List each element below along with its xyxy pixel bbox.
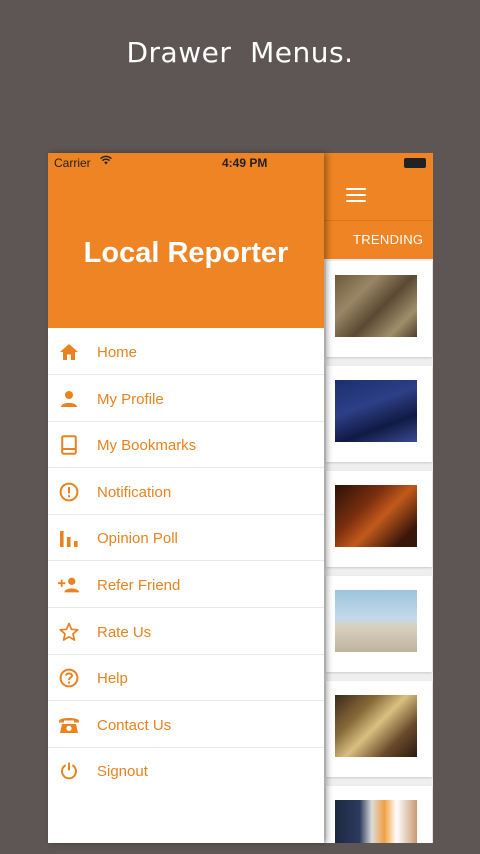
star-icon [58, 621, 80, 643]
news-thumbnail [335, 590, 417, 652]
bar-chart-icon [58, 527, 80, 549]
menu-item-label: My Bookmarks [97, 437, 197, 455]
menu-item-refer-friend[interactable]: Refer Friend [48, 562, 324, 608]
menu-item-help[interactable]: Help [48, 655, 324, 702]
power-icon [58, 760, 80, 782]
menu-item-home[interactable]: Home [48, 329, 324, 375]
news-thumbnail [335, 485, 417, 547]
menu-item-label: Signout [97, 763, 148, 781]
carrier-label: Carrier [54, 156, 91, 170]
news-card[interactable] [326, 471, 432, 567]
person-icon [58, 388, 80, 410]
menu-item-label: Home [97, 344, 138, 361]
battery-icon [404, 158, 426, 168]
menu-item-rate-us[interactable]: Rate Us [48, 609, 324, 655]
news-thumbnail [335, 275, 417, 337]
menu-item-my-profile[interactable]: My Profile [48, 376, 324, 422]
home-icon [58, 341, 80, 363]
drawer-header: Carrier 4:49 PM Local Reporter [48, 153, 324, 328]
menu-item-opinion-poll[interactable]: Opinion Poll [48, 515, 324, 562]
menu-item-label: Notification [97, 483, 172, 501]
menu-item-label: Contact Us [97, 716, 172, 734]
app-title: Local Reporter [83, 237, 289, 269]
menu-item-label: Refer Friend [97, 577, 181, 594]
news-card[interactable] [326, 786, 432, 843]
news-card[interactable] [326, 366, 432, 462]
help-circle-icon [58, 667, 80, 689]
menu-item-label: Help [97, 670, 128, 688]
menu-item-contact-us[interactable]: Contact Us [48, 702, 324, 748]
menu-item-label: My Profile [97, 390, 164, 408]
add-person-icon [58, 574, 80, 596]
status-time: 4:49 PM [222, 156, 268, 170]
hamburger-icon[interactable] [346, 188, 366, 202]
bookmark-icon [58, 434, 80, 456]
navigation-drawer: Carrier 4:49 PM Local Reporter Home My P… [48, 153, 324, 843]
menu-item-my-bookmarks[interactable]: My Bookmarks [48, 422, 324, 469]
alert-circle-icon [58, 481, 80, 503]
wifi-icon [100, 155, 112, 165]
status-bar: Carrier 4:49 PM [54, 155, 318, 170]
phone-icon [58, 714, 80, 736]
menu-item-label: Opinion Poll [97, 530, 178, 548]
news-card[interactable] [326, 576, 432, 672]
menu-item-label: Rate Us [97, 623, 152, 641]
news-card[interactable] [326, 681, 432, 777]
menu-item-notification[interactable]: Notification [48, 469, 324, 515]
news-thumbnail [335, 695, 417, 757]
news-thumbnail [335, 380, 417, 442]
news-card[interactable] [326, 261, 432, 357]
tab-trending[interactable]: TRENDING [353, 232, 423, 247]
news-thumbnail [335, 800, 417, 843]
menu-item-signout[interactable]: Signout [48, 748, 324, 794]
page-caption: Drawer Menus. [126, 36, 354, 69]
